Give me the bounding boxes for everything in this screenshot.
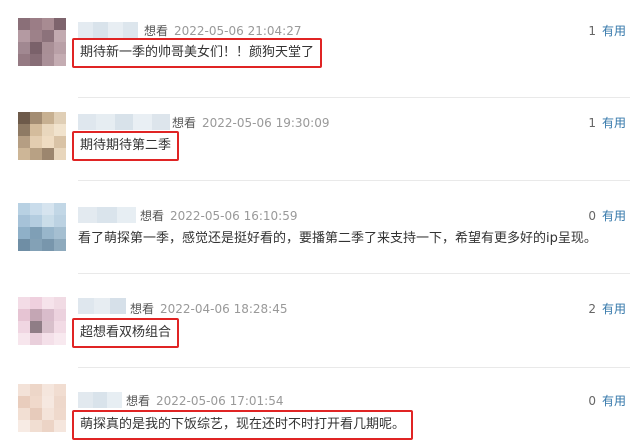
useful-button[interactable]: 有用 <box>602 116 626 130</box>
useful-button[interactable]: 有用 <box>602 209 626 223</box>
comment-text: 超想看双杨组合 <box>72 318 180 348</box>
avatar[interactable] <box>18 297 66 345</box>
useful-button[interactable]: 有用 <box>602 302 626 316</box>
useful-vote: 2 有用 <box>588 300 626 317</box>
username[interactable] <box>78 207 136 223</box>
comment-time: 2022-05-06 17:01:54 <box>156 394 284 408</box>
comment-item: 想看 2022-05-06 21:04:27 期待新一季的帅哥美女们！！颜狗天堂了… <box>0 0 640 100</box>
useful-button[interactable]: 有用 <box>602 24 626 38</box>
comment-time: 2022-05-06 16:10:59 <box>170 209 298 223</box>
username[interactable] <box>78 114 171 130</box>
divider <box>78 367 630 368</box>
useful-count: 1 <box>588 116 596 130</box>
avatar[interactable] <box>18 384 66 432</box>
divider <box>78 97 630 98</box>
comment-meta: 想看 2022-04-06 18:28:45 <box>130 300 287 317</box>
useful-count: 0 <box>588 394 596 408</box>
comment-item: 想看 2022-05-06 17:01:54 萌探真的是我的下饭综艺，现在还时不时… <box>0 370 640 444</box>
useful-vote: 1 有用 <box>588 114 626 131</box>
useful-button[interactable]: 有用 <box>602 394 626 408</box>
comment-meta: 想看 2022-05-06 21:04:27 <box>144 22 301 39</box>
username[interactable] <box>78 22 138 38</box>
comment-time: 2022-05-06 21:04:27 <box>174 24 302 38</box>
comment-item: 想看 2022-05-06 19:30:09 期待期待第二季 1 有用 <box>0 100 640 190</box>
comment-text: 萌探真的是我的下饭综艺，现在还时不时打开看几期呢。 <box>72 410 414 440</box>
comment-time: 2022-04-06 18:28:45 <box>160 302 288 316</box>
divider <box>78 273 630 274</box>
comment-action: 想看 <box>172 116 197 130</box>
comment-action: 想看 <box>130 302 155 316</box>
comment-meta: 想看 2022-05-06 17:01:54 <box>126 392 283 409</box>
comment-meta: 想看 2022-05-06 19:30:09 <box>172 114 329 131</box>
username[interactable] <box>78 392 123 408</box>
comment-item: 想看 2022-04-06 18:28:45 超想看双杨组合 2 有用 <box>0 280 640 370</box>
username[interactable] <box>78 298 126 314</box>
comment-action: 想看 <box>126 394 151 408</box>
comment-item: 想看 2022-05-06 16:10:59 看了萌探第一季，感觉还是挺好看的，要… <box>0 190 640 280</box>
comment-text: 期待期待第二季 <box>72 131 180 161</box>
divider <box>78 180 630 181</box>
avatar[interactable] <box>18 18 66 66</box>
useful-count: 2 <box>588 302 596 316</box>
avatar[interactable] <box>18 112 66 160</box>
comment-action: 想看 <box>144 24 169 38</box>
comment-action: 想看 <box>140 209 165 223</box>
useful-count: 0 <box>588 209 596 223</box>
useful-vote: 0 有用 <box>588 207 626 224</box>
avatar[interactable] <box>18 203 66 251</box>
comment-time: 2022-05-06 19:30:09 <box>202 116 330 130</box>
comment-text: 期待新一季的帅哥美女们！！颜狗天堂了 <box>72 38 323 68</box>
comment-text: 看了萌探第一季，感觉还是挺好看的，要播第二季了来支持一下，希望有更多好的ip呈现… <box>78 231 597 246</box>
useful-vote: 1 有用 <box>588 22 626 39</box>
useful-count: 1 <box>588 24 596 38</box>
useful-vote: 0 有用 <box>588 392 626 409</box>
comment-meta: 想看 2022-05-06 16:10:59 <box>140 207 297 224</box>
